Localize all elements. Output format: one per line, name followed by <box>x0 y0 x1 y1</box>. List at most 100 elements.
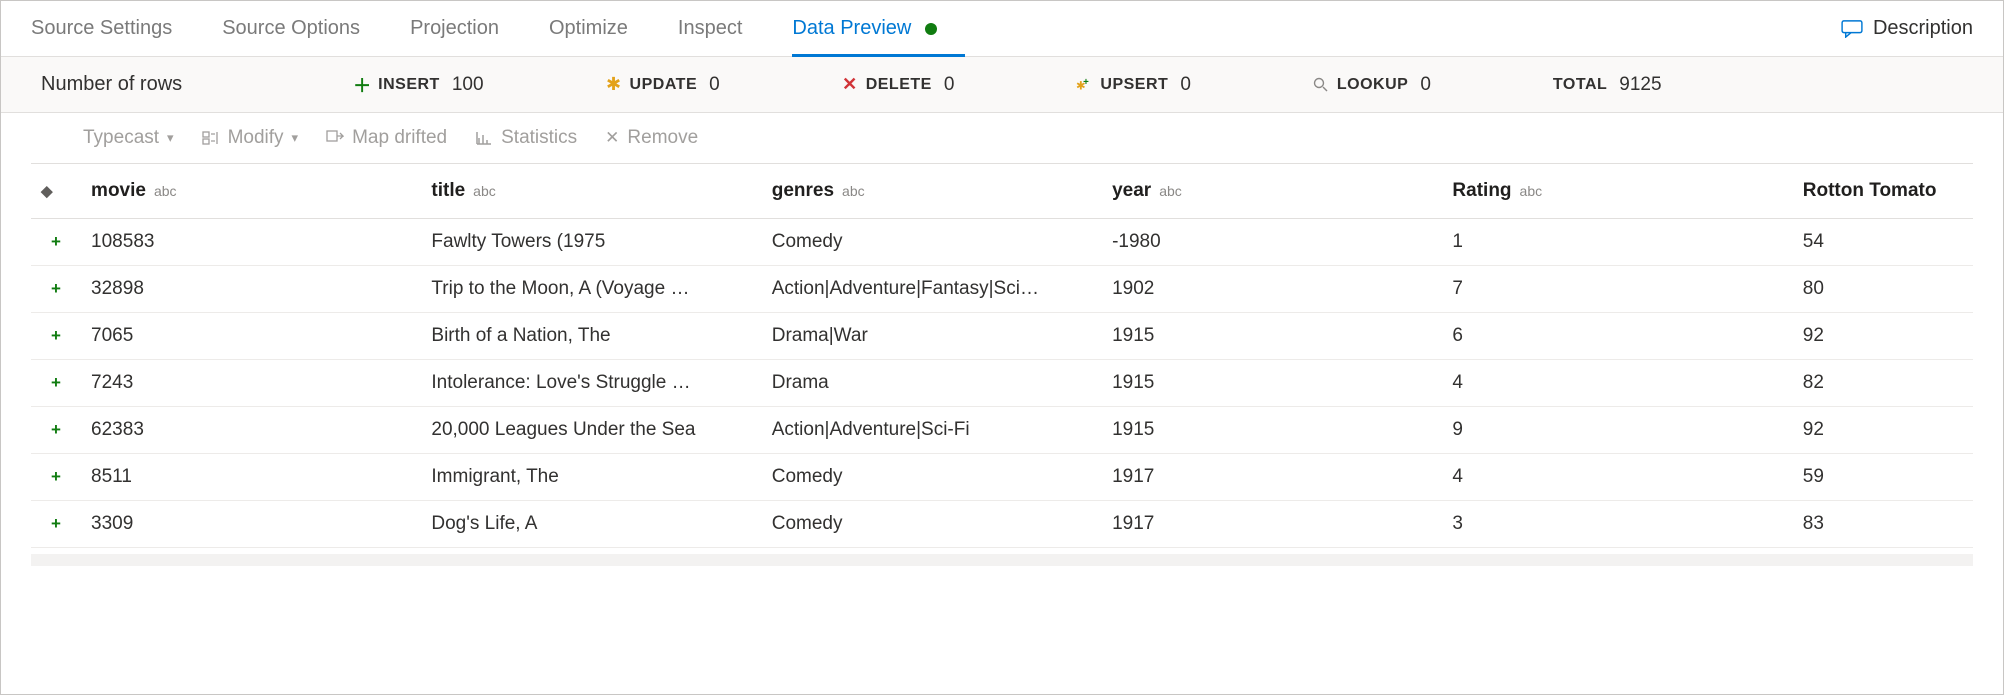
stat-lookup: LOOKUP 0 <box>1313 74 1541 96</box>
data-table: ◆ movieabc titleabc genresabc yearabc Ra… <box>31 164 1973 548</box>
stat-insert: ＋ INSERT 100 <box>354 74 593 96</box>
col-label: Rating <box>1452 180 1511 201</box>
header-row: ◆ movieabc titleabc genresabc yearabc Ra… <box>31 164 1973 219</box>
col-label: year <box>1112 180 1151 201</box>
tool-label: Typecast <box>83 127 159 149</box>
sort-header[interactable]: ◆ <box>31 164 81 219</box>
tool-label: Statistics <box>501 127 577 149</box>
cell-rating: 3 <box>1442 501 1792 548</box>
asterisk-icon: ✱ <box>606 77 622 93</box>
row-flag: + <box>31 266 81 313</box>
stat-upsert: ✱+ UPSERT 0 <box>1076 74 1300 96</box>
table-body: +108583Fawlty Towers (1975Comedy-1980154… <box>31 219 1973 548</box>
tab-projection[interactable]: Projection <box>410 1 499 56</box>
plus-icon: + <box>51 279 61 298</box>
table-row[interactable]: +3309Dog's Life, AComedy1917383 <box>31 501 1973 548</box>
modify-button[interactable]: Modify ▾ <box>202 127 299 149</box>
col-rotten-header[interactable]: Rotton Tomato <box>1793 164 1973 219</box>
col-genres-header[interactable]: genresabc <box>762 164 1102 219</box>
col-title-header[interactable]: title abc <box>421 164 761 219</box>
col-movie-header[interactable]: movieabc <box>81 164 421 219</box>
cell-genres: Comedy <box>762 454 1102 501</box>
status-dot-icon <box>925 23 937 35</box>
map-drifted-button[interactable]: Map drifted <box>326 127 447 149</box>
cell-rating: 1 <box>1442 219 1792 266</box>
cell-rotten: 80 <box>1793 266 1973 313</box>
stat-total: TOTAL 9125 <box>1553 74 1662 96</box>
cell-year: 1917 <box>1102 501 1442 548</box>
table-row[interactable]: +32898Trip to the Moon, A (Voyage …Actio… <box>31 266 1973 313</box>
stat-value: 0 <box>1420 74 1431 96</box>
statistics-icon <box>475 130 493 146</box>
stat-label: UPSERT <box>1100 76 1168 94</box>
plus-icon: + <box>51 420 61 439</box>
plus-icon: + <box>51 514 61 533</box>
cell-movie: 3309 <box>81 501 421 548</box>
plus-icon: + <box>51 467 61 486</box>
stat-value: 0 <box>944 74 955 96</box>
comment-icon <box>1841 20 1863 38</box>
col-rating-header[interactable]: Rating abc <box>1442 164 1792 219</box>
modify-icon <box>202 130 220 146</box>
row-flag: + <box>31 219 81 266</box>
data-table-wrap: ◆ movieabc titleabc genresabc yearabc Ra… <box>31 164 1973 548</box>
type-badge: abc <box>473 183 496 199</box>
upsert-icon: ✱+ <box>1076 77 1092 93</box>
cell-rotten: 54 <box>1793 219 1973 266</box>
cell-rating: 4 <box>1442 360 1792 407</box>
cell-year: 1902 <box>1102 266 1442 313</box>
col-label: genres <box>772 180 834 201</box>
cell-year: 1915 <box>1102 313 1442 360</box>
cell-year: 1915 <box>1102 407 1442 454</box>
tab-source-settings[interactable]: Source Settings <box>31 1 172 56</box>
table-row[interactable]: +6238320,000 Leagues Under the SeaAction… <box>31 407 1973 454</box>
cell-movie: 108583 <box>81 219 421 266</box>
stat-value: 0 <box>1180 74 1191 96</box>
remove-button[interactable]: ✕ Remove <box>605 127 698 149</box>
tab-source-options[interactable]: Source Options <box>222 1 360 56</box>
table-row[interactable]: +8511Immigrant, TheComedy1917459 <box>31 454 1973 501</box>
table-row[interactable]: +7065Birth of a Nation, TheDrama|War1915… <box>31 313 1973 360</box>
cell-rating: 6 <box>1442 313 1792 360</box>
tab-inspect[interactable]: Inspect <box>678 1 742 56</box>
tab-label: Optimize <box>549 17 628 40</box>
stat-label: LOOKUP <box>1337 76 1408 94</box>
row-flag: + <box>31 313 81 360</box>
cell-year: -1980 <box>1102 219 1442 266</box>
tool-label: Modify <box>228 127 284 149</box>
stat-label: INSERT <box>378 76 440 94</box>
row-flag: + <box>31 407 81 454</box>
cell-year: 1915 <box>1102 360 1442 407</box>
cell-rating: 9 <box>1442 407 1792 454</box>
plus-icon: ＋ <box>354 77 370 93</box>
x-icon: ✕ <box>605 128 619 148</box>
cell-movie: 7243 <box>81 360 421 407</box>
type-badge: abc <box>1159 183 1182 199</box>
data-toolbar: Typecast ▾ Modify ▾ Map drifted Statisti… <box>31 113 1973 164</box>
tab-data-preview[interactable]: Data Preview <box>792 1 937 56</box>
cell-genres: Action|Adventure|Sci-Fi <box>762 407 1102 454</box>
col-label: Rotton Tomato <box>1803 180 1937 201</box>
row-flag: + <box>31 501 81 548</box>
tab-optimize[interactable]: Optimize <box>549 1 628 56</box>
plus-icon: + <box>51 326 61 345</box>
type-badge: abc <box>1520 183 1543 199</box>
statistics-button[interactable]: Statistics <box>475 127 577 149</box>
cell-movie: 32898 <box>81 266 421 313</box>
col-label: title <box>431 180 465 201</box>
table-row[interactable]: +7243Intolerance: Love's Struggle …Drama… <box>31 360 1973 407</box>
cell-rotten: 59 <box>1793 454 1973 501</box>
cell-title: Fawlty Towers (1975 <box>421 219 761 266</box>
cell-genres: Action|Adventure|Fantasy|Sci… <box>762 266 1102 313</box>
cell-rating: 4 <box>1442 454 1792 501</box>
horizontal-scrollbar[interactable] <box>31 554 1973 566</box>
cell-title: Birth of a Nation, The <box>421 313 761 360</box>
svg-text:+: + <box>1084 77 1090 88</box>
col-year-header[interactable]: yearabc <box>1102 164 1442 219</box>
cell-year: 1917 <box>1102 454 1442 501</box>
table-row[interactable]: +108583Fawlty Towers (1975Comedy-1980154 <box>31 219 1973 266</box>
description-button[interactable]: Description <box>1841 17 1973 40</box>
cell-movie: 8511 <box>81 454 421 501</box>
col-label: movie <box>91 180 146 201</box>
typecast-button[interactable]: Typecast ▾ <box>83 127 174 149</box>
